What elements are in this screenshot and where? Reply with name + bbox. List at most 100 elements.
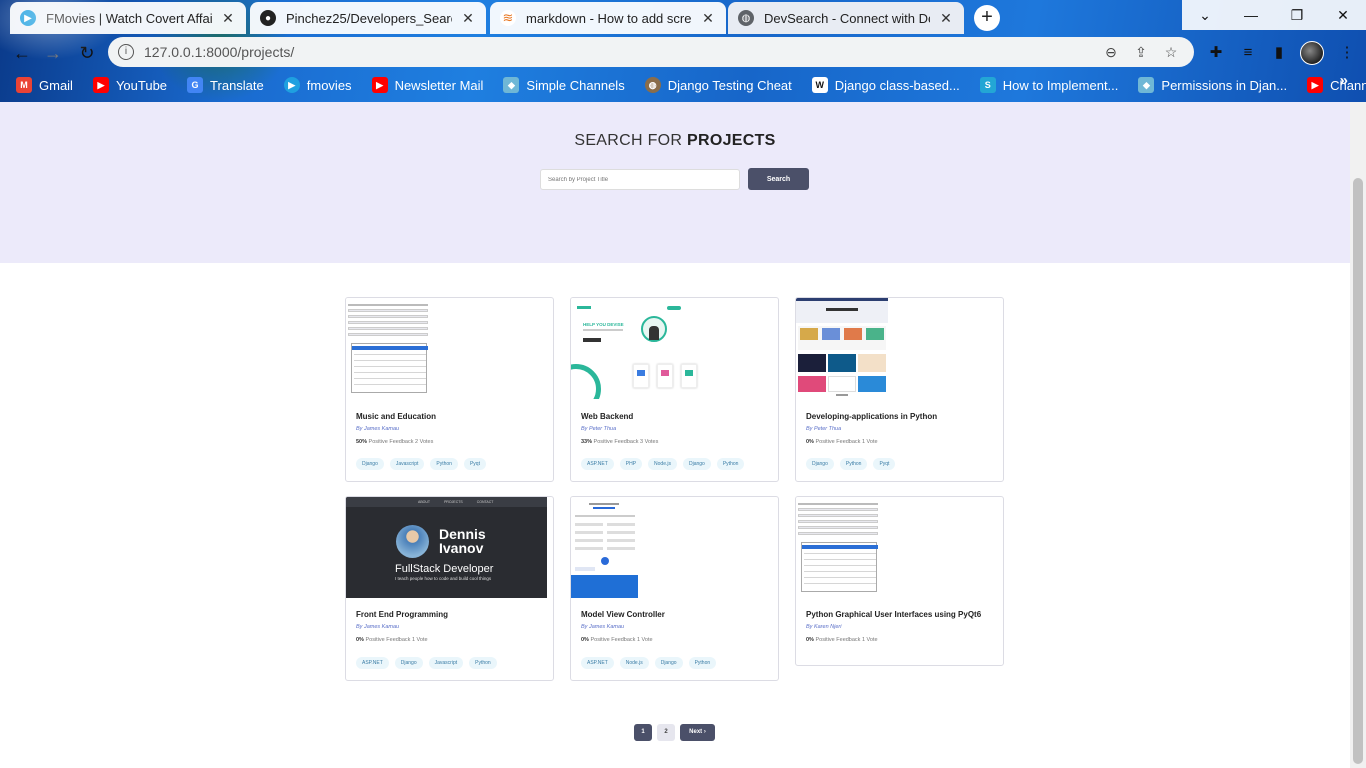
- project-thumbnail[interactable]: [571, 497, 638, 598]
- restore-button[interactable]: ❐: [1274, 0, 1320, 30]
- tab-search-button[interactable]: ⌄: [1182, 0, 1228, 30]
- close-icon[interactable]: ✕: [220, 10, 236, 27]
- first-name: Dennis: [439, 526, 486, 542]
- bookmark-gmail[interactable]: M Gmail: [16, 77, 73, 93]
- bookmark-simple-channels[interactable]: ◆ Simple Channels: [503, 77, 625, 93]
- url-text: 127.0.0.1:8000/projects/: [144, 44, 295, 60]
- tab-github[interactable]: ● Pinchez25/Developers_Search_Dj ✕: [250, 2, 486, 34]
- bookmark-youtube[interactable]: ▶ YouTube: [92, 77, 168, 93]
- tag: Javascript: [428, 657, 464, 669]
- fmovies-icon: ▶: [283, 77, 300, 93]
- back-button[interactable]: ←: [9, 40, 35, 66]
- project-author[interactable]: By James Kamau: [356, 426, 399, 432]
- reload-button[interactable]: ↻: [74, 40, 100, 66]
- vote-percent: 33%: [581, 439, 593, 445]
- bookmark-django-cbv[interactable]: W Django class-based...: [811, 77, 960, 93]
- page-content: SEARCH FOR PROJECTS Search Music and Edu…: [0, 102, 1350, 768]
- bookmark-django-testing[interactable]: ◍ Django Testing Cheat: [644, 77, 792, 93]
- search-input[interactable]: [540, 169, 740, 190]
- tab-stackoverflow[interactable]: ≋ markdown - How to add screensh ✕: [490, 2, 726, 34]
- close-icon[interactable]: ✕: [460, 10, 476, 27]
- bookmark-how-to-implement[interactable]: S How to Implement...: [979, 77, 1118, 93]
- project-author[interactable]: By Peter Thua: [806, 426, 841, 432]
- bookmark-translate[interactable]: G Translate: [187, 77, 264, 93]
- project-title[interactable]: Web Backend: [581, 412, 633, 421]
- tab-fmovies[interactable]: ▶ FMovies | Watch Covert Affairs (2 ✕: [10, 2, 246, 34]
- project-card[interactable]: Model View Controller By James Kamau 0% …: [570, 496, 779, 681]
- vote-feedback: Positive Feedback 1 Vote: [815, 637, 878, 643]
- new-tab-button[interactable]: +: [974, 5, 1000, 31]
- search-button[interactable]: Search: [748, 168, 809, 190]
- youtube-icon: ▶: [1307, 77, 1324, 93]
- page-scrollbar[interactable]: [1350, 102, 1366, 768]
- tag: ASP.NET: [356, 657, 389, 669]
- extensions-icon[interactable]: ✚: [1205, 42, 1227, 64]
- bookmark-channels[interactable]: ▶ Channels: [1307, 77, 1366, 93]
- scrollbar-thumb[interactable]: [1353, 178, 1363, 764]
- project-votes: 33% Positive Feedback 3 Votes: [581, 439, 658, 445]
- close-icon[interactable]: ✕: [700, 10, 716, 27]
- project-thumbnail[interactable]: ABOUT PROJECTS CONTACT Dennis Ivanov Ful…: [346, 497, 547, 598]
- project-card[interactable]: Developing-applications in Python By Pet…: [795, 297, 1004, 482]
- project-card[interactable]: ABOUT PROJECTS CONTACT Dennis Ivanov Ful…: [345, 496, 554, 681]
- close-window-button[interactable]: ✕: [1320, 0, 1366, 30]
- project-author[interactable]: By Peter Thua: [581, 426, 616, 432]
- project-title[interactable]: Model View Controller: [581, 610, 665, 619]
- project-thumbnail[interactable]: HELP YOU DEVISE: [571, 298, 705, 399]
- bookmark-label: Channels: [1330, 77, 1366, 93]
- project-title[interactable]: Developing-applications in Python: [806, 412, 937, 421]
- share-icon[interactable]: ⇪: [1128, 44, 1154, 61]
- cube-icon: ◆: [503, 77, 520, 93]
- bookmarks-bar: M Gmail ▶ YouTube G Translate ▶ fmovies ▶ New…: [0, 72, 1366, 98]
- youtube-icon: ▶: [92, 77, 109, 93]
- page-button[interactable]: 2: [657, 724, 675, 741]
- gmail-icon: M: [16, 77, 32, 93]
- close-icon[interactable]: ✕: [938, 10, 954, 27]
- side-panel-icon[interactable]: ▮: [1268, 42, 1290, 64]
- project-author[interactable]: By James Kamau: [581, 624, 624, 630]
- bookmark-label: YouTube: [115, 77, 168, 93]
- tag: Node.js: [648, 458, 677, 470]
- project-thumbnail[interactable]: [796, 497, 880, 598]
- project-title[interactable]: Music and Education: [356, 412, 436, 421]
- title-bold: PROJECTS: [687, 132, 776, 149]
- project-author[interactable]: By James Kamau: [356, 624, 399, 630]
- project-author[interactable]: By Karen Njeri: [806, 624, 841, 630]
- thumb-name: Dennis Ivanov: [439, 527, 486, 555]
- tab-title: DevSearch - Connect with Develo: [764, 10, 930, 26]
- project-card[interactable]: Python Graphical User Interfaces using P…: [795, 496, 1004, 666]
- project-title[interactable]: Python Graphical User Interfaces using P…: [806, 610, 981, 619]
- next-page-button[interactable]: Next ›: [680, 724, 715, 741]
- tag: Python: [716, 458, 745, 470]
- project-thumbnail[interactable]: [346, 298, 430, 399]
- project-votes: 50% Positive Feedback 2 Votes: [356, 439, 433, 445]
- tab-title: FMovies | Watch Covert Affairs (2: [46, 10, 212, 26]
- bookmark-fmovies[interactable]: ▶ fmovies: [283, 77, 352, 93]
- bookmark-permissions[interactable]: ◆ Permissions in Djan...: [1138, 77, 1287, 93]
- project-card[interactable]: HELP YOU DEVISE Web Backend By Peter Thu…: [570, 297, 779, 482]
- media-control-icon[interactable]: ≡: [1237, 42, 1259, 64]
- tab-title: Pinchez25/Developers_Search_Dj: [286, 10, 452, 26]
- vote-feedback: Positive Feedback 3 Votes: [593, 439, 659, 445]
- zoom-icon[interactable]: ⊖: [1098, 44, 1124, 61]
- vote-feedback: Positive Feedback 1 Vote: [365, 637, 428, 643]
- project-thumbnail[interactable]: [796, 298, 888, 399]
- tag-list: ASP.NET Node.js Django Python: [581, 657, 722, 669]
- address-bar[interactable]: i 127.0.0.1:8000/projects/ ⊖ ⇪ ☆: [108, 37, 1194, 67]
- profile-avatar[interactable]: [1300, 41, 1324, 65]
- menu-icon[interactable]: ⋮: [1336, 42, 1358, 64]
- bookmarks-overflow-icon[interactable]: »: [1340, 72, 1348, 89]
- vote-percent: 0%: [581, 637, 589, 643]
- tab-devsearch[interactable]: ◍ DevSearch - Connect with Develo ✕: [728, 2, 964, 34]
- project-title[interactable]: Front End Programming: [356, 610, 448, 619]
- page-title: SEARCH FOR PROJECTS: [0, 132, 1350, 150]
- forward-button[interactable]: →: [40, 40, 66, 66]
- minimize-button[interactable]: —: [1228, 0, 1274, 30]
- bookmark-star-icon[interactable]: ☆: [1158, 44, 1184, 61]
- browser-chrome: ▶ FMovies | Watch Covert Affairs (2 ✕ ● …: [0, 0, 1366, 102]
- youtube-icon: ▶: [371, 77, 388, 93]
- page-button[interactable]: 1: [634, 724, 652, 741]
- info-icon[interactable]: i: [118, 44, 134, 60]
- bookmark-newsletter[interactable]: ▶ Newsletter Mail: [371, 77, 483, 93]
- project-card[interactable]: Music and Education By James Kamau 50% P…: [345, 297, 554, 482]
